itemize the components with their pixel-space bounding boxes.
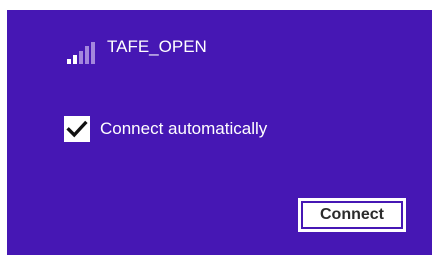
auto-connect-label: Connect automatically xyxy=(100,119,268,138)
network-name: TAFE_OPEN xyxy=(107,37,207,56)
signal-bar xyxy=(85,46,89,64)
wifi-network-panel: TAFE_OPEN Connect automatically Connect xyxy=(7,10,432,255)
signal-bar xyxy=(79,51,83,64)
signal-bar xyxy=(67,59,71,64)
wifi-signal-icon xyxy=(67,40,97,64)
checkmark-icon xyxy=(66,120,88,138)
network-row[interactable] xyxy=(67,34,97,64)
signal-bar xyxy=(91,42,95,64)
auto-connect-checkbox-row[interactable]: Connect automatically xyxy=(64,114,267,144)
auto-connect-checkbox[interactable] xyxy=(64,116,90,142)
connect-button[interactable]: Connect xyxy=(298,198,406,232)
signal-bar xyxy=(73,55,77,64)
